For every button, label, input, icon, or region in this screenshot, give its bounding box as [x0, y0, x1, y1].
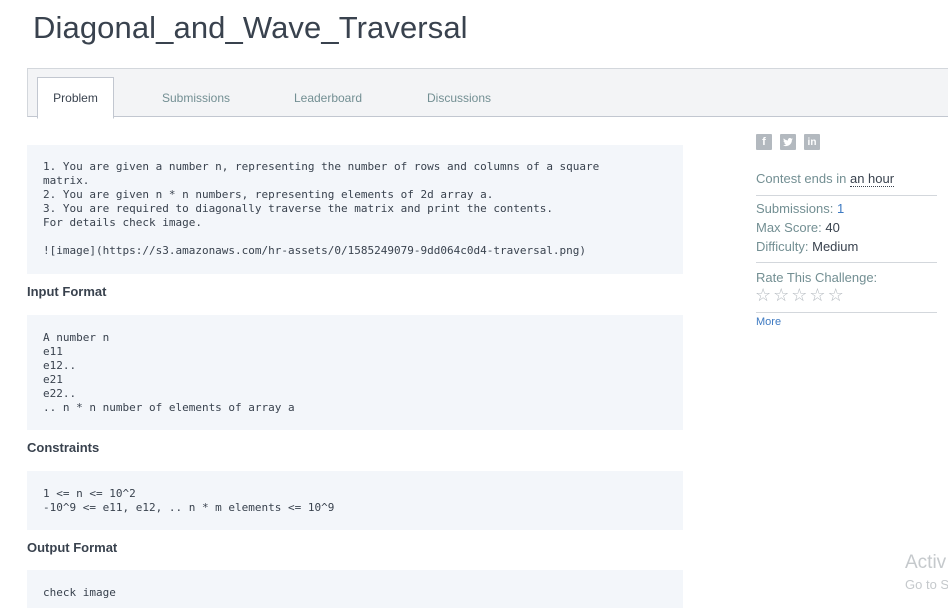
social-share: f in [756, 134, 820, 150]
difficulty-stat: Difficulty: Medium [756, 239, 858, 254]
tab-submissions[interactable]: Submissions [152, 77, 240, 118]
output-format-line: check image [43, 586, 116, 599]
divider [756, 262, 937, 263]
activation-watermark-subtitle: Go to S [905, 577, 948, 592]
star-icon[interactable]: ☆ [809, 286, 825, 304]
max-score-value: 40 [825, 220, 840, 235]
rate-challenge-label: Rate This Challenge: [756, 270, 878, 285]
constraints-block: 1 <= n <= 10^2 -10^9 <= e11, e12, .. n *… [27, 471, 683, 530]
tab-bar: Problem Submissions Leaderboard Discussi… [27, 68, 948, 119]
activation-watermark-title: Activ [905, 552, 947, 573]
output-format-heading: Output Format [27, 540, 118, 555]
contest-ends-label: Contest ends in [756, 171, 847, 186]
tab-discussions[interactable]: Discussions [418, 77, 500, 118]
statement-line: For details check image. [43, 216, 202, 229]
submissions-stat: Submissions: 1 [756, 201, 844, 216]
divider [756, 312, 937, 313]
input-format-line: e21 [43, 373, 63, 386]
star-icon[interactable]: ☆ [773, 286, 789, 304]
max-score-stat: Max Score: 40 [756, 220, 840, 235]
twitter-icon[interactable] [780, 134, 796, 150]
input-format-block: A number n e11 e12.. e21 e22.. .. n * n … [27, 315, 683, 430]
statement-line: 3. You are required to diagonally traver… [43, 202, 553, 215]
linkedin-icon[interactable]: in [804, 134, 820, 150]
input-format-heading: Input Format [27, 284, 107, 299]
statement-line: 2. You are given n * n numbers, represen… [43, 188, 494, 201]
input-format-line: e11 [43, 345, 63, 358]
tab-problem[interactable]: Problem [37, 77, 114, 119]
difficulty-value: Medium [812, 239, 859, 254]
statement-line: matrix. [43, 174, 90, 187]
image-markdown-link: ![image](https://s3.amazonaws.com/hr-ass… [43, 244, 587, 257]
tab-leaderboard[interactable]: Leaderboard [284, 77, 372, 118]
problem-statement: 1. You are given a number n, representin… [27, 145, 683, 274]
statement-line: 1. You are given a number n, representin… [43, 160, 600, 173]
output-format-block: check image [27, 570, 683, 608]
facebook-icon[interactable]: f [756, 134, 772, 150]
more-link[interactable]: More [756, 316, 781, 328]
contest-time: an hour [849, 171, 895, 187]
input-format-line: .. n * n number of elements of array a [43, 401, 295, 414]
star-icon[interactable]: ☆ [828, 286, 844, 304]
input-format-line: A number n [43, 331, 110, 344]
submissions-count-link[interactable]: 1 [837, 201, 844, 216]
statement-line [43, 230, 667, 244]
max-score-label: Max Score: [756, 220, 822, 235]
divider [756, 195, 937, 196]
constraints-heading: Constraints [27, 440, 100, 455]
input-format-line: e22.. [43, 387, 77, 400]
submissions-label: Submissions: [756, 201, 834, 216]
star-icon[interactable]: ☆ [791, 286, 807, 304]
star-rating: ☆ ☆ ☆ ☆ ☆ [755, 286, 844, 304]
difficulty-label: Difficulty: [756, 239, 809, 254]
page-title: Diagonal_and_Wave_Traversal [33, 10, 468, 45]
input-format-line: e12.. [43, 359, 77, 372]
star-icon[interactable]: ☆ [755, 286, 771, 304]
contest-ends: Contest ends in an hour [756, 171, 895, 187]
constraint-line: -10^9 <= e11, e12, .. n * m elements <= … [43, 501, 335, 514]
constraint-line: 1 <= n <= 10^2 [43, 487, 136, 500]
